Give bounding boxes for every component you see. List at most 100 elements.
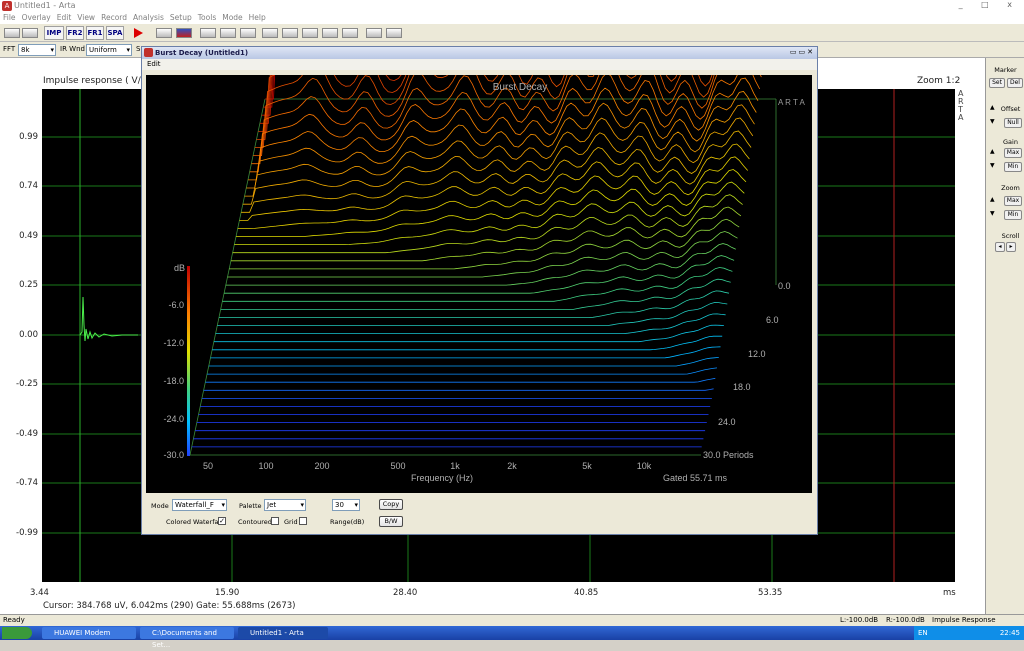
system-tray: EN 22:45 bbox=[914, 626, 1024, 640]
gain-down-icon[interactable]: ▼ bbox=[990, 162, 995, 169]
mode-select[interactable]: Waterfall_F bbox=[172, 499, 227, 511]
zoom-min-button[interactable]: Min bbox=[1004, 210, 1022, 220]
task-arta[interactable]: Untitled1 - Arta bbox=[238, 627, 328, 639]
sti-icon[interactable] bbox=[366, 28, 382, 38]
gain-up-icon[interactable]: ▲ bbox=[990, 148, 995, 155]
freq-tool-icon[interactable] bbox=[240, 28, 256, 38]
freq-tick: 10k bbox=[637, 461, 652, 471]
colored-waterfall-label: Colored Waterfall bbox=[166, 518, 223, 526]
marker-set-button[interactable]: Set bbox=[989, 78, 1005, 88]
gain-label: Gain bbox=[1003, 138, 1018, 146]
waterfall-trace bbox=[222, 267, 733, 302]
waterfall-trace bbox=[220, 278, 731, 310]
dialog-window-controls[interactable]: ▭▭✕ bbox=[790, 48, 815, 56]
bw-button[interactable]: B/W bbox=[379, 516, 403, 527]
menu-item-mode[interactable]: Mode bbox=[219, 12, 245, 24]
rr-icon[interactable] bbox=[342, 28, 358, 38]
range-input[interactable]: 30 bbox=[332, 499, 360, 511]
window-controls[interactable]: _ □ x bbox=[959, 0, 1020, 9]
freq-axis-label: Frequency (Hz) bbox=[411, 473, 473, 483]
app-title-bar: Untitled1 - Arta bbox=[0, 0, 1024, 12]
impulse-y-tick: 0.00 bbox=[19, 330, 38, 340]
scroll-right-icon[interactable]: ▸ bbox=[1006, 242, 1016, 252]
waterfall-trace bbox=[225, 243, 736, 286]
palette-select[interactable]: Jet bbox=[264, 499, 306, 511]
task-documents[interactable]: C:\Documents and Set... bbox=[140, 627, 234, 649]
graph-brand: A R T A bbox=[778, 98, 805, 107]
generator-icon[interactable] bbox=[156, 28, 172, 38]
start-button[interactable] bbox=[2, 627, 32, 639]
scroll-left-icon[interactable]: ◂ bbox=[995, 242, 1005, 252]
mode-label: Mode bbox=[151, 502, 169, 510]
offset-up-icon[interactable]: ▲ bbox=[990, 104, 995, 111]
freq-tick: 5k bbox=[582, 461, 592, 471]
fr2-button[interactable]: FR2 bbox=[66, 26, 84, 40]
waterfall-trace bbox=[246, 91, 757, 189]
db-tick: -24.0 bbox=[163, 414, 184, 424]
menu-item-file[interactable]: File bbox=[0, 12, 19, 24]
imp-button[interactable]: IMP bbox=[44, 26, 64, 40]
scroll-label: Scroll bbox=[1001, 232, 1020, 240]
menu-item-setup[interactable]: Setup bbox=[167, 12, 195, 24]
graph-title: Burst Decay bbox=[493, 82, 547, 93]
zoom-up-icon[interactable]: ▲ bbox=[990, 196, 995, 203]
contoured-checkbox[interactable] bbox=[271, 517, 279, 525]
impulse-y-tick: 0.49 bbox=[19, 231, 38, 241]
etc-icon[interactable] bbox=[282, 28, 298, 38]
gain-max-button[interactable]: Max bbox=[1004, 148, 1022, 158]
zoom-label: Zoom 1:2 bbox=[917, 76, 961, 86]
fft-select[interactable]: 8k bbox=[18, 44, 56, 56]
marker-label: Marker bbox=[994, 66, 1017, 74]
menu-item-view[interactable]: View bbox=[74, 12, 98, 24]
waterfall-trace bbox=[224, 255, 735, 294]
impulse-title: Impulse response ( V/V bbox=[43, 76, 147, 86]
menu-item-help[interactable]: Help bbox=[246, 12, 269, 24]
spa-button[interactable]: SPA bbox=[106, 26, 124, 40]
impulse-y-tick: -0.25 bbox=[16, 379, 38, 389]
info-icon[interactable] bbox=[386, 28, 402, 38]
zoom-down-icon[interactable]: ▼ bbox=[990, 210, 995, 217]
wnd-icon[interactable] bbox=[322, 28, 338, 38]
zoom-panel-label: Zoom bbox=[1001, 184, 1020, 192]
fr-tool-icon[interactable] bbox=[200, 28, 216, 38]
task-huawei[interactable]: HUAWEI Modem bbox=[42, 627, 136, 639]
contoured-label: Contoured bbox=[238, 518, 272, 526]
impulse-y-tick: -0.49 bbox=[16, 429, 38, 439]
status-mode: Impulse Response bbox=[932, 616, 996, 624]
ir-window-select[interactable]: Uniform bbox=[86, 44, 132, 56]
impulse-y-tick: 0.25 bbox=[19, 280, 38, 290]
ir-window-label: IR Wnd bbox=[60, 45, 85, 53]
grid-checkbox[interactable] bbox=[299, 517, 307, 525]
dialog-menu[interactable]: Edit bbox=[142, 59, 817, 70]
marker-del-button[interactable]: Del bbox=[1007, 78, 1023, 88]
menu-item-tools[interactable]: Tools bbox=[195, 12, 219, 24]
record-icon[interactable] bbox=[176, 28, 192, 38]
language-indicator[interactable]: EN bbox=[918, 626, 928, 640]
play-icon[interactable] bbox=[134, 28, 143, 38]
offset-down-icon[interactable]: ▼ bbox=[990, 118, 995, 125]
menu-item-record[interactable]: Record bbox=[98, 12, 130, 24]
gain-min-button[interactable]: Min bbox=[1004, 162, 1022, 172]
freq-tick: 100 bbox=[258, 461, 273, 471]
period-tick: 24.0 bbox=[718, 417, 736, 427]
clock: 22:45 bbox=[999, 629, 1020, 637]
menu-item-overlay[interactable]: Overlay bbox=[19, 12, 54, 24]
step-icon[interactable] bbox=[262, 28, 278, 38]
fr1-button[interactable]: FR1 bbox=[86, 26, 104, 40]
impulse-y-tick: -0.74 bbox=[16, 478, 38, 488]
offset-null-button[interactable]: Null bbox=[1004, 118, 1022, 128]
open-icon[interactable] bbox=[22, 28, 38, 38]
colored-waterfall-checkbox[interactable]: ✓ bbox=[218, 517, 226, 525]
new-icon[interactable] bbox=[4, 28, 20, 38]
menu-item-edit[interactable]: Edit bbox=[54, 12, 75, 24]
colorbar bbox=[187, 266, 190, 456]
menu-item-analysis[interactable]: Analysis bbox=[130, 12, 167, 24]
copy-button[interactable]: Copy bbox=[379, 499, 403, 510]
gated-label: Gated 55.71 ms bbox=[663, 473, 728, 483]
menu-bar: File Overlay Edit View Record Analysis Setup To… bbox=[0, 12, 1024, 24]
period-tick: 12.0 bbox=[748, 349, 766, 359]
burst-decay-graph[interactable]: Burst Decay dB -6.0 -12.0 -18.0 -24.0 -30.0 50 1… bbox=[146, 0, 812, 493]
zoom-max-button[interactable]: Max bbox=[1004, 196, 1022, 206]
smoothing-icon[interactable] bbox=[302, 28, 318, 38]
spl-tool-icon[interactable] bbox=[220, 28, 236, 38]
